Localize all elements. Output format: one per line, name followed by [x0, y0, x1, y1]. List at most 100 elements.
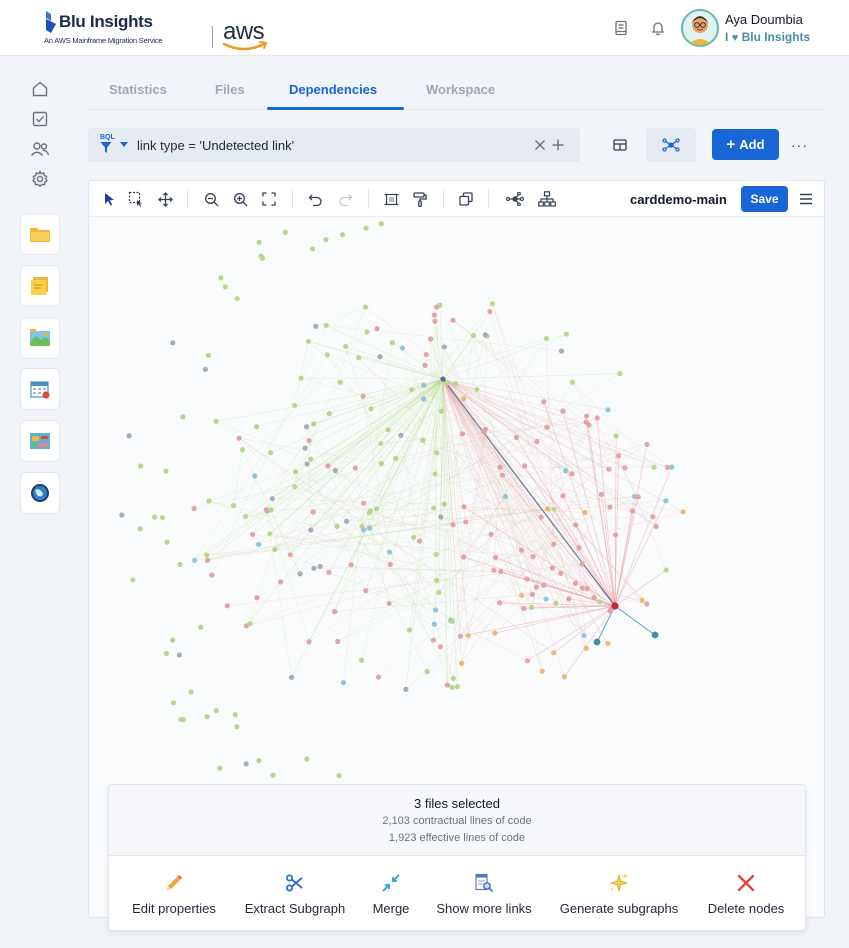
- graph-node[interactable]: [334, 523, 340, 529]
- graph-node[interactable]: [528, 604, 535, 610]
- graph-node[interactable]: [159, 514, 165, 521]
- graph-node[interactable]: [492, 630, 498, 636]
- graph-node[interactable]: [373, 506, 380, 512]
- graph-node[interactable]: [386, 600, 392, 607]
- graph-node[interactable]: [259, 255, 266, 261]
- graph-node[interactable]: [249, 531, 256, 538]
- graph-node[interactable]: [598, 491, 605, 497]
- graph-node[interactable]: [499, 472, 506, 478]
- graph-node[interactable]: [488, 531, 494, 537]
- pan-move-icon[interactable]: [155, 189, 175, 209]
- graph-node[interactable]: [236, 435, 242, 441]
- graph-node[interactable]: [202, 366, 209, 372]
- graph-node[interactable]: [424, 669, 430, 675]
- graph-node[interactable]: [497, 464, 503, 470]
- graph-node[interactable]: [539, 668, 545, 674]
- selected-node[interactable]: [651, 631, 659, 639]
- graph-node[interactable]: [431, 505, 437, 511]
- graph-node[interactable]: [639, 597, 645, 603]
- graph-node[interactable]: [217, 765, 223, 771]
- chevron-down-icon[interactable]: [120, 142, 128, 148]
- graph-node[interactable]: [650, 514, 656, 520]
- graph-node[interactable]: [352, 465, 358, 471]
- graph-node[interactable]: [163, 650, 170, 657]
- graph-node[interactable]: [584, 585, 590, 592]
- graph-node[interactable]: [256, 758, 262, 764]
- graph-node[interactable]: [521, 605, 527, 611]
- graph-node[interactable]: [230, 503, 237, 509]
- graph-node[interactable]: [406, 627, 413, 633]
- force-layout-icon[interactable]: [505, 189, 525, 209]
- graph-node[interactable]: [362, 304, 369, 310]
- graph-node[interactable]: [513, 434, 520, 441]
- graph-node[interactable]: [360, 500, 367, 506]
- graph-node[interactable]: [213, 707, 219, 714]
- graph-node[interactable]: [254, 595, 260, 601]
- graph-node[interactable]: [378, 221, 384, 227]
- graph-node[interactable]: [239, 447, 246, 453]
- graph-node[interactable]: [449, 618, 455, 624]
- graph-node[interactable]: [170, 637, 176, 643]
- graph-node[interactable]: [282, 229, 288, 235]
- graph-node[interactable]: [558, 570, 564, 576]
- graph-node[interactable]: [234, 724, 240, 730]
- graph-node[interactable]: [270, 772, 276, 778]
- graph-node[interactable]: [428, 336, 434, 342]
- add-filter-icon[interactable]: [552, 139, 564, 151]
- graph-node[interactable]: [454, 683, 460, 690]
- graph-node[interactable]: [138, 463, 144, 469]
- graph-node[interactable]: [335, 638, 341, 645]
- graph-node[interactable]: [461, 554, 467, 560]
- graph-node[interactable]: [664, 464, 671, 471]
- graph-node[interactable]: [534, 438, 540, 445]
- graph-node[interactable]: [605, 407, 611, 413]
- graph-node[interactable]: [436, 589, 442, 596]
- graph-node[interactable]: [437, 644, 443, 650]
- box-select-icon[interactable]: [126, 189, 146, 209]
- graph-node[interactable]: [377, 354, 383, 360]
- graph-node[interactable]: [243, 623, 249, 629]
- home-icon[interactable]: [28, 77, 52, 101]
- graph-node[interactable]: [204, 552, 210, 558]
- graph-node[interactable]: [393, 455, 399, 462]
- folder-app-icon[interactable]: [20, 213, 60, 255]
- graph-node[interactable]: [303, 424, 310, 430]
- graph-node[interactable]: [243, 513, 249, 520]
- graph-node[interactable]: [487, 309, 493, 315]
- graph-node[interactable]: [170, 700, 177, 706]
- graph-node[interactable]: [560, 493, 566, 499]
- graph-node[interactable]: [151, 514, 158, 520]
- graph-node[interactable]: [204, 714, 210, 720]
- graph-node[interactable]: [309, 246, 316, 252]
- graph-node[interactable]: [398, 432, 404, 439]
- graph-node[interactable]: [549, 565, 555, 571]
- graph-node[interactable]: [644, 601, 650, 607]
- graph-node[interactable]: [267, 531, 273, 537]
- graph-node[interactable]: [524, 658, 531, 664]
- graph-node[interactable]: [356, 355, 362, 361]
- graph-node[interactable]: [326, 410, 332, 417]
- graph-node[interactable]: [191, 505, 197, 512]
- graph-node[interactable]: [563, 331, 569, 337]
- graph-node[interactable]: [313, 323, 319, 329]
- graph-node[interactable]: [360, 393, 366, 399]
- graph-node[interactable]: [566, 596, 572, 602]
- graph-node[interactable]: [130, 577, 136, 583]
- graph-node[interactable]: [170, 340, 176, 346]
- show-more-links-button[interactable]: Show more links: [431, 871, 537, 921]
- graph-node[interactable]: [366, 525, 373, 531]
- zoom-out-icon[interactable]: [201, 189, 221, 209]
- graph-node[interactable]: [243, 761, 249, 767]
- graph-node[interactable]: [339, 232, 346, 238]
- graph-node[interactable]: [332, 609, 338, 615]
- graph-node[interactable]: [387, 561, 393, 568]
- graph-node[interactable]: [232, 712, 238, 718]
- delete-nodes-button[interactable]: Delete nodes: [701, 871, 791, 921]
- graph-node[interactable]: [651, 464, 657, 470]
- graph-node[interactable]: [502, 493, 509, 500]
- graph-node[interactable]: [489, 301, 496, 307]
- graph-node[interactable]: [326, 569, 332, 575]
- graph-node[interactable]: [348, 562, 354, 568]
- extract-subgraph-button[interactable]: Extract Subgraph: [241, 871, 349, 921]
- tab-workspace[interactable]: Workspace: [426, 82, 495, 97]
